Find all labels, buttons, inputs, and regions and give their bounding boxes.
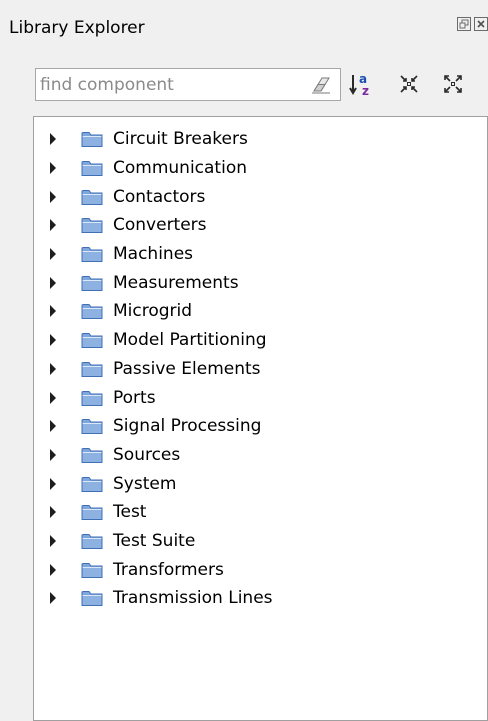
folder-icon — [81, 390, 103, 406]
float-panel-icon[interactable] — [457, 17, 471, 31]
tree-item-label: Contactors — [113, 186, 206, 207]
tree-item-label: Microgrid — [113, 301, 193, 322]
tree-item[interactable]: Passive Elements — [34, 355, 487, 384]
folder-icon — [81, 247, 103, 263]
expand-arrow-icon[interactable] — [50, 534, 56, 547]
folder-icon — [81, 505, 103, 521]
collapse-all-icon — [400, 75, 418, 93]
tree-item[interactable]: Signal Processing — [34, 412, 487, 441]
expand-arrow-icon[interactable] — [50, 162, 56, 175]
sort-alphabetical-button[interactable]: a z — [347, 70, 375, 98]
expand-arrow-icon[interactable] — [50, 563, 56, 576]
tree-item-label: Sources — [113, 444, 181, 465]
tree-item[interactable]: Microgrid — [34, 297, 487, 326]
tree-item-label: Signal Processing — [113, 416, 262, 437]
collapse-all-button[interactable] — [395, 70, 423, 98]
expand-arrow-icon[interactable] — [50, 190, 56, 203]
folder-icon — [81, 476, 103, 492]
expand-arrow-icon[interactable] — [50, 133, 56, 146]
tree-item[interactable]: Test Suite — [34, 527, 487, 556]
sort-az-icon: a z — [349, 72, 369, 97]
expand-arrow-icon[interactable] — [50, 362, 56, 375]
tree-item-label: Machines — [113, 244, 194, 265]
expand-arrow-icon[interactable] — [50, 334, 56, 347]
expand-arrow-icon[interactable] — [50, 592, 56, 605]
tree-item-label: System — [113, 473, 177, 494]
folder-icon — [81, 161, 103, 177]
tree-item-label: Measurements — [113, 272, 239, 293]
tree-item[interactable]: Machines — [34, 240, 487, 269]
tree-item[interactable]: Measurements — [34, 268, 487, 297]
panel-title-bar: Library Explorer — [0, 0, 488, 54]
tree-item[interactable]: Communication — [34, 154, 487, 183]
folder-icon — [81, 132, 103, 148]
expand-arrow-icon[interactable] — [50, 276, 56, 289]
tree-item-label: Model Partitioning — [113, 330, 267, 351]
folder-icon — [81, 333, 103, 349]
tree-item[interactable]: Model Partitioning — [34, 326, 487, 355]
search-input[interactable] — [36, 69, 306, 100]
library-tree-list: Circuit Breakers Communication Contactor… — [34, 125, 487, 613]
expand-arrow-icon[interactable] — [50, 420, 56, 433]
expand-arrow-icon[interactable] — [50, 219, 56, 232]
tree-item-label: Converters — [113, 215, 207, 236]
expand-arrow-icon[interactable] — [50, 506, 56, 519]
sort-z-label: z — [362, 84, 369, 97]
tree-item-label: Transmission Lines — [113, 588, 273, 609]
expand-arrow-icon[interactable] — [50, 448, 56, 461]
expand-all-button[interactable] — [439, 70, 467, 98]
tree-item[interactable]: Transmission Lines — [34, 584, 487, 613]
folder-icon — [81, 533, 103, 549]
tree-item-label: Test — [113, 502, 147, 523]
folder-icon — [81, 304, 103, 320]
folder-icon — [81, 591, 103, 607]
tree-item[interactable]: Test — [34, 498, 487, 527]
close-panel-icon[interactable] — [474, 17, 488, 31]
tree-item-label: Transformers — [113, 559, 224, 580]
folder-icon — [81, 419, 103, 435]
folder-icon — [81, 562, 103, 578]
expand-all-icon — [444, 75, 462, 93]
tree-item[interactable]: Sources — [34, 441, 487, 470]
panel-title-buttons — [457, 17, 488, 31]
tree-item-label: Test Suite — [113, 530, 196, 551]
tree-item-label: Passive Elements — [113, 358, 261, 379]
tree-item[interactable]: Transformers — [34, 555, 487, 584]
panel-title: Library Explorer — [9, 18, 145, 38]
expand-arrow-icon[interactable] — [50, 477, 56, 490]
folder-icon — [81, 361, 103, 377]
tree-item[interactable]: Converters — [34, 211, 487, 240]
tree-item-label: Circuit Breakers — [113, 129, 248, 150]
search-box — [35, 68, 341, 101]
library-explorer-panel: Library Explorer find component a z Circ… — [0, 0, 488, 721]
folder-icon — [81, 447, 103, 463]
tree-item[interactable]: Ports — [34, 383, 487, 412]
folder-icon — [81, 275, 103, 291]
expand-arrow-icon[interactable] — [50, 305, 56, 318]
library-tree[interactable]: Circuit Breakers Communication Contactor… — [33, 116, 488, 721]
tree-item-label: Communication — [113, 158, 247, 179]
tree-item[interactable]: Contactors — [34, 182, 487, 211]
folder-icon — [81, 218, 103, 234]
clear-search-icon[interactable] — [310, 75, 332, 95]
expand-arrow-icon[interactable] — [50, 391, 56, 404]
library-toolbar: a z — [0, 66, 488, 106]
folder-icon — [81, 189, 103, 205]
tree-item[interactable]: System — [34, 469, 487, 498]
tree-item-label: Ports — [113, 387, 156, 408]
expand-arrow-icon[interactable] — [50, 248, 56, 261]
tree-item[interactable]: Circuit Breakers — [34, 125, 487, 154]
